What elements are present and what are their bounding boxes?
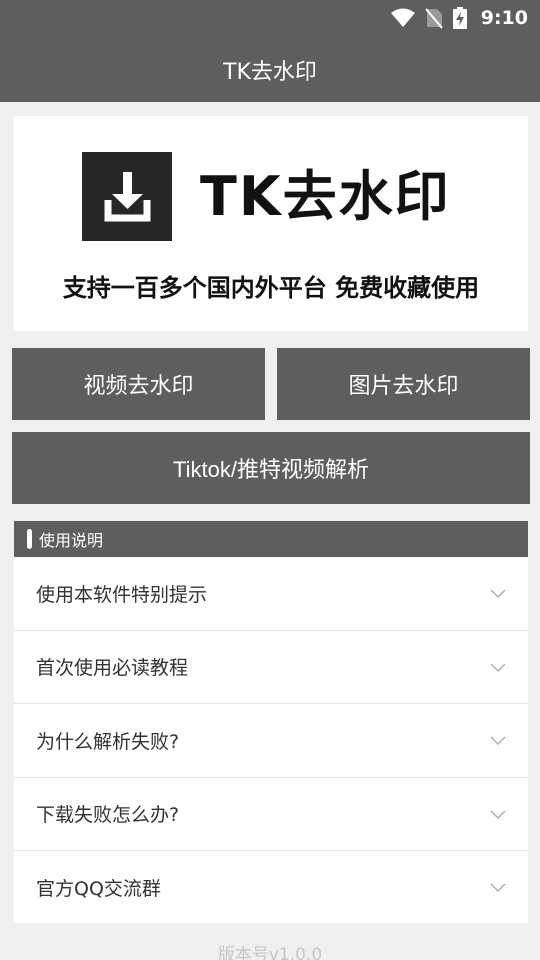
download-icon	[82, 152, 172, 241]
faq-list: 使用本软件特别提示 首次使用必读教程 为什么解析失败? 下载失败怎么办? 官方Q…	[14, 557, 528, 923]
guide-header: 使用说明	[14, 521, 528, 557]
slogan: 支持一百多个国内外平台 免费收藏使用	[62, 274, 480, 302]
chevron-down-icon	[490, 876, 506, 898]
video-watermark-button[interactable]: 视频去水印	[12, 348, 265, 420]
chevron-down-icon	[490, 803, 506, 825]
status-time: 9:10	[480, 7, 528, 29]
logo-banner: TK去水印 支持一百多个国内外平台 免费收藏使用	[14, 116, 528, 331]
faq-item-download-fail[interactable]: 下载失败怎么办?	[14, 778, 528, 851]
version-label: 版本号v1.0.0	[217, 945, 323, 960]
app-title: TK去水印	[223, 59, 317, 85]
faq-item-qq-group[interactable]: 官方QQ交流群	[14, 851, 528, 923]
faq-item-label: 下载失败怎么办?	[36, 804, 180, 827]
logo-text: TK去水印	[200, 165, 451, 228]
image-watermark-button[interactable]: 图片去水印	[277, 348, 530, 420]
faq-item-label: 使用本软件特别提示	[36, 583, 208, 606]
battery-charging-icon	[452, 7, 467, 29]
faq-item-label: 为什么解析失败?	[36, 730, 180, 753]
wifi-icon	[390, 8, 415, 28]
chevron-down-icon	[490, 729, 506, 751]
faq-item-tutorial[interactable]: 首次使用必读教程	[14, 631, 528, 704]
no-sim-icon	[424, 7, 443, 29]
faq-item-label: 官方QQ交流群	[36, 877, 161, 900]
status-bar: 9:10	[0, 0, 540, 37]
status-icons: 9:10	[390, 6, 528, 30]
section-marker	[27, 529, 32, 549]
guide-title: 使用说明	[39, 531, 104, 550]
chevron-down-icon	[490, 582, 506, 604]
app-title-bar: TK去水印	[0, 37, 540, 102]
faq-item-label: 首次使用必读教程	[36, 657, 189, 680]
chevron-down-icon	[490, 656, 506, 678]
faq-item-tips[interactable]: 使用本软件特别提示	[14, 557, 528, 631]
faq-item-parse-fail[interactable]: 为什么解析失败?	[14, 704, 528, 778]
tiktok-parse-button[interactable]: Tiktok/推特视频解析	[12, 432, 530, 504]
